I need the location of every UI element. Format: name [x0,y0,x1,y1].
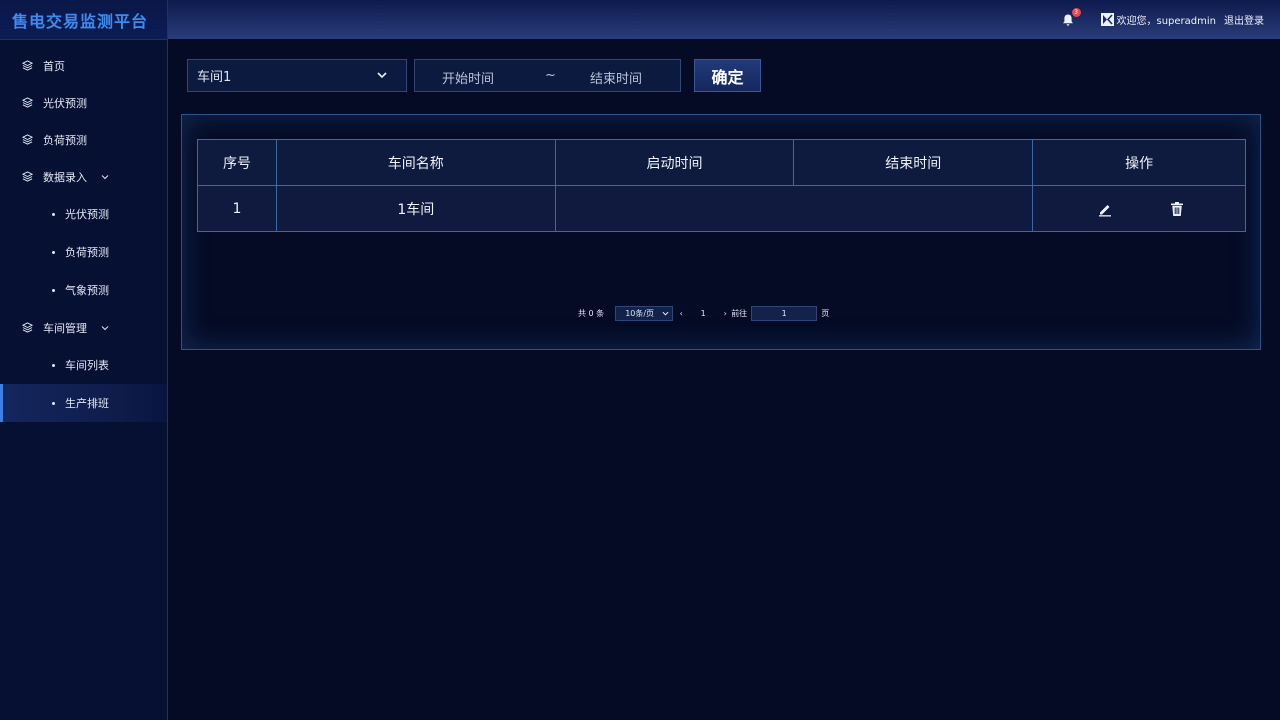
prev-page-button[interactable]: ‹ [677,309,685,318]
date-separator: ~ [545,68,556,83]
layers-icon [22,97,33,108]
sidebar-subitem-label: 光伏预测 [65,208,109,221]
sidebar-subitem-label: 生产排班 [65,397,109,410]
column-header-index: 序号 [197,139,277,186]
chevron-down-icon [101,174,109,179]
column-header-name: 车间名称 [275,139,556,186]
sidebar: 售电交易监测平台 首页 光伏预测 负荷预测 数据录入 光伏预测 负荷预测 气象预… [0,0,168,720]
edit-icon[interactable] [1097,201,1113,217]
sidebar-item-label: 车间管理 [43,321,87,335]
schedule-table: 序号 车间名称 启动时间 结束时间 操作 1 1车间 [197,139,1246,232]
chevron-down-icon [377,72,387,79]
pagination-total: 共 0 条 [578,308,605,318]
goto-page-input[interactable]: 1 [751,305,818,321]
table-header-row: 序号 车间名称 启动时间 结束时间 操作 [197,139,1246,186]
pagination: 共 0 条 10条/页 ‹ 1 › 前往 1 页 [578,305,829,321]
column-header-start: 启动时间 [554,139,795,186]
page-unit-label: 页 [821,308,830,318]
layers-icon [22,60,33,71]
bullet-icon [52,212,55,216]
cell-name: 1车间 [275,185,556,232]
notification-badge: 3 [1071,7,1081,17]
date-range-picker[interactable]: 开始时间 ~ 结束时间 [414,59,681,92]
top-header: 3 欢迎您，superadmin 退出登录 [168,0,1280,39]
sidebar-subitem-label: 气象预测 [65,284,109,297]
chevron-down-icon [662,311,669,316]
sidebar-item-label: 首页 [43,59,65,73]
cell-index: 1 [197,185,277,232]
app-logo: 售电交易监测平台 [0,0,167,40]
end-time-input[interactable]: 结束时间 [590,68,642,87]
layers-icon [22,171,33,182]
sidebar-subitem-label: 负荷预测 [65,246,109,259]
cell-actions [1032,185,1246,232]
sidebar-subitem-workshop-list[interactable]: 车间列表 [0,346,167,384]
sidebar-item-label: 数据录入 [43,170,87,184]
page-size-select[interactable]: 10条/页 [615,305,674,321]
sidebar-subitem-production-schedule[interactable]: 生产排班 [0,384,167,422]
sidebar-item-workshop-management[interactable]: 车间管理 [0,309,167,346]
sidebar-item-label: 负荷预测 [43,133,87,147]
workshop-select[interactable]: 车间1 [187,59,407,92]
welcome-text: 欢迎您，superadmin [1116,16,1217,27]
confirm-button[interactable]: 确定 [694,59,761,92]
bullet-icon [52,250,55,254]
next-page-button[interactable]: › [721,309,729,318]
trash-icon[interactable] [1169,201,1185,217]
cell-time-range [554,185,1034,232]
app-title: 售电交易监测平台 [12,11,149,31]
sidebar-subitem-pv-forecast[interactable]: 光伏预测 [0,195,167,233]
notification-button[interactable]: 3 [1061,7,1081,27]
goto-label: 前往 [731,308,748,318]
start-time-input[interactable]: 开始时间 [442,68,494,87]
logout-link[interactable]: 退出登录 [1224,12,1264,27]
sidebar-menu: 首页 光伏预测 负荷预测 数据录入 光伏预测 负荷预测 气象预测 车间管理 车间… [0,40,167,422]
sidebar-item-data-entry[interactable]: 数据录入 [0,158,167,195]
chevron-down-icon [101,325,109,330]
bullet-icon [52,401,55,405]
layers-icon [22,322,33,333]
sidebar-subitem-weather-forecast[interactable]: 气象预测 [0,271,167,309]
page-size-value: 10条/页 [625,308,655,318]
current-page[interactable]: 1 [685,309,721,318]
bullet-icon [52,288,55,292]
sidebar-item-home[interactable]: 首页 [0,47,167,84]
sidebar-item-load-forecast[interactable]: 负荷预测 [0,121,167,158]
sidebar-subitem-label: 车间列表 [65,359,109,372]
column-header-actions: 操作 [1032,139,1246,186]
user-avatar-icon [1100,13,1114,26]
layers-icon [22,134,33,145]
bullet-icon [52,363,55,367]
sidebar-subitem-load-forecast[interactable]: 负荷预测 [0,233,167,271]
schedule-panel: 序号 车间名称 启动时间 结束时间 操作 1 1车间 共 0 条 10条/页 ‹… [181,114,1261,350]
sidebar-item-pv-forecast[interactable]: 光伏预测 [0,84,167,121]
workshop-select-value: 车间1 [197,70,232,85]
table-row: 1 1车间 [197,185,1246,232]
sidebar-item-label: 光伏预测 [43,96,87,110]
column-header-end: 结束时间 [793,139,1034,186]
